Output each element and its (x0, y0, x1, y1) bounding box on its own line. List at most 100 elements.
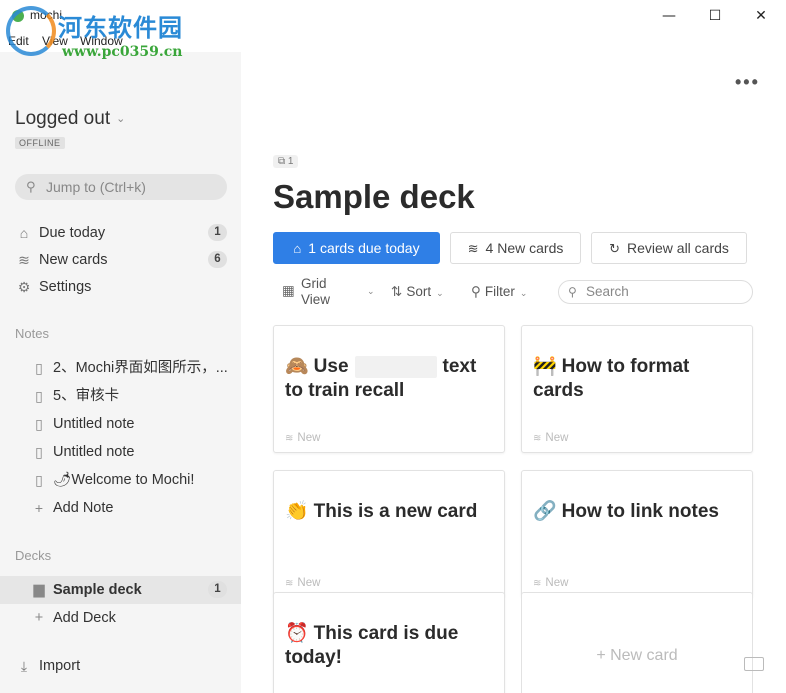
title-bar: mochi — ☐ ✕ (0, 0, 786, 32)
card-title: 🔗 How to link notes (533, 499, 745, 524)
keyboard-icon[interactable] (744, 657, 764, 671)
sort-label: Sort (406, 284, 432, 299)
close-button[interactable]: ✕ (738, 0, 784, 32)
minimize-button[interactable]: — (646, 0, 692, 32)
deck-count-badge: 1 (208, 581, 227, 598)
new-button-label: 4 New cards (485, 240, 564, 256)
card-title-text: This card is due today! (285, 623, 459, 668)
inbox-icon: ⌂ (19, 225, 29, 241)
search-icon: ⚲ (568, 285, 577, 299)
review-due-button[interactable]: ⌂ 1 cards due today (273, 232, 440, 264)
layers-icon: ≋ (285, 433, 294, 444)
card[interactable]: 🙈 Use text to train recall ≋ New (273, 325, 505, 453)
due-count-badge: 1 (208, 224, 227, 241)
note-label: 🌶Welcome to Mochi! (53, 472, 195, 488)
document-icon: ▯ (35, 388, 43, 404)
construction-icon: 🚧 (533, 355, 557, 377)
new-cards-button[interactable]: ≋ 4 New cards (450, 232, 581, 264)
page-title: Sample deck (273, 178, 475, 215)
card-count-chip: ⧉ 1 (273, 155, 299, 168)
card[interactable]: 👏 This is a new card ≋ New (273, 470, 505, 598)
card-status: ≋ New (533, 432, 568, 444)
card-status: ≋ New (533, 577, 568, 589)
jump-to-placeholder: Jump to (Ctrl+k) (46, 179, 146, 195)
search-input[interactable]: ⚲ Search (558, 280, 753, 304)
alarm-clock-icon: ⏰ (285, 622, 309, 644)
window-title: mochi (30, 8, 63, 22)
card-status-label: New (297, 432, 321, 444)
note-item[interactable]: ▯ Untitled note (32, 441, 232, 463)
add-deck-button[interactable]: + Add Deck (32, 607, 227, 629)
sidebar: Logged out ⌄ OFFLINE ⚲ Jump to (Ctrl+k) ⌂… (0, 52, 241, 693)
import-button[interactable]: ⤓ Import (15, 655, 227, 677)
decks-section-header: Decks (15, 548, 52, 563)
main-panel: ••• ⧉ 1 Sample deck ⌂ 1 cards due today ≋… (241, 52, 786, 693)
deck-icon: ▆ (33, 582, 45, 598)
card[interactable]: 🔗 How to link notes ≋ New (521, 470, 753, 598)
plus-icon: + (34, 500, 44, 516)
review-all-button[interactable]: ↻ Review all cards (591, 232, 747, 264)
grid-icon: ▦ (282, 283, 295, 298)
sidebar-item-due-today[interactable]: ⌂ Due today 1 (15, 222, 227, 244)
jump-to-input[interactable]: ⚲ Jump to (Ctrl+k) (15, 174, 227, 200)
notes-section-header: Notes (15, 326, 49, 341)
plus-icon: + (34, 610, 44, 626)
status-badge: OFFLINE (15, 137, 65, 149)
refresh-icon: ↻ (609, 241, 620, 256)
new-card-button[interactable]: + New card (521, 592, 753, 693)
more-options-icon[interactable]: ••• (735, 72, 760, 93)
monkey-icon: 🙈 (285, 355, 309, 377)
sidebar-item-label: New cards (39, 252, 108, 268)
deck-row: ▆ Sample deck 1 (32, 579, 227, 601)
gear-icon: ⚙ (17, 279, 31, 295)
card-count-value: 1 (287, 156, 294, 167)
note-item[interactable]: ▯ Untitled note (32, 413, 232, 435)
card-status-label: New (545, 577, 569, 589)
note-label: 2、Mochi界面如图所示，... (53, 360, 228, 376)
new-count-badge: 6 (208, 251, 227, 268)
document-icon: ▯ (35, 444, 43, 460)
cards-icon: ⧉ (278, 156, 288, 167)
sidebar-item-label: Due today (39, 225, 106, 241)
add-deck-label: Add Deck (53, 610, 116, 626)
view-label-line2: View (301, 292, 331, 307)
layers-icon: ≋ (467, 241, 479, 256)
sidebar-item-new-cards[interactable]: ≋ New cards 6 (15, 249, 227, 271)
note-item[interactable]: ▯ 5、审核卡 (32, 385, 232, 407)
deck-item-sample-deck[interactable]: ▆ Sample deck 1 (0, 576, 241, 604)
menu-edit[interactable]: Edit (8, 34, 29, 48)
clapping-hands-icon: 👏 (285, 500, 309, 522)
review-button-label: Review all cards (626, 240, 729, 256)
due-button-label: 1 cards due today (308, 240, 420, 256)
sidebar-item-settings[interactable]: ⚙ Settings (15, 276, 227, 298)
card[interactable]: ⏰ This card is due today! (273, 592, 505, 693)
card-status-label: New (545, 432, 569, 444)
account-menu[interactable]: Logged out ⌄ (15, 108, 125, 130)
menu-view[interactable]: View (42, 34, 68, 48)
menu-window[interactable]: Window (80, 34, 123, 48)
chevron-down-icon: ⌄ (436, 288, 444, 298)
deck-label: Sample deck (53, 582, 142, 598)
note-label: Untitled note (53, 416, 135, 432)
filter-icon: ⚲ (471, 284, 481, 299)
sort-dropdown[interactable]: ⇅ Sort ⌄ (391, 284, 444, 301)
chevron-down-icon: ⌄ (367, 286, 375, 296)
document-icon: ▯ (35, 416, 43, 432)
note-item[interactable]: ▯ 🌶Welcome to Mochi! (32, 469, 232, 491)
chevron-down-icon: ⌄ (519, 288, 528, 298)
grid-view-dropdown[interactable]: ▦ Grid View ⌄ (282, 276, 375, 308)
link-icon: 🔗 (533, 500, 557, 522)
import-label: Import (39, 658, 81, 674)
app-icon (12, 10, 24, 22)
filter-dropdown[interactable]: ⚲ Filter ⌄ (471, 284, 527, 301)
layers-icon: ≋ (533, 433, 542, 444)
note-item[interactable]: ▯ 2、Mochi界面如图所示，... (32, 357, 232, 379)
card-title: ⏰ This card is due today! (285, 621, 497, 670)
download-icon: ⤓ (20, 658, 28, 674)
card[interactable]: 🚧 How to format cards ≋ New (521, 325, 753, 453)
card-status: ≋ New (285, 432, 320, 444)
maximize-button[interactable]: ☐ (692, 0, 738, 32)
card-title-text: How to link notes (561, 501, 719, 522)
card-status-label: New (297, 577, 321, 589)
add-note-button[interactable]: + Add Note (32, 497, 232, 519)
